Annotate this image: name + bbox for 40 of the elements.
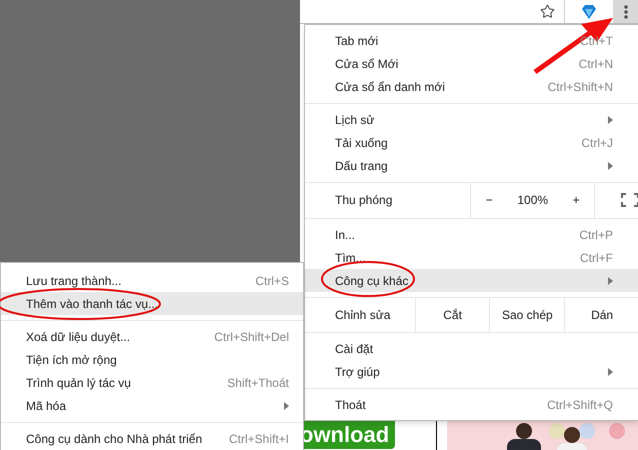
menu-item[interactable]: Cửa sổ Mới Ctrl+N — [305, 52, 638, 75]
menu-item[interactable]: In... Ctrl+P — [305, 223, 638, 246]
edit-label: Chỉnh sửa — [334, 306, 392, 324]
shortcut-label: Ctrl+S — [255, 272, 289, 290]
zoom-label: Thu phóng — [334, 192, 394, 209]
shortcut-label: Ctrl+Shift+Q — [546, 396, 613, 414]
menu-button[interactable] — [613, 0, 638, 23]
shortcut-label: Ctrl+P — [579, 226, 613, 244]
shortcut-label: Ctrl+Shift+N — [548, 78, 613, 96]
shortcut-label: Ctrl+F — [580, 250, 613, 266]
shortcut-label: Ctrl+T — [580, 32, 613, 50]
menu-item[interactable]: Công cụ dành cho Nhà phát triển Ctrl+Shift+I — [1, 427, 303, 450]
shortcut-label: Shift+Thoát — [227, 374, 289, 392]
menu-item[interactable]: Tab mới Ctrl+T — [305, 29, 638, 52]
menu-icon — [624, 4, 628, 18]
menu-item[interactable]: Thêm vào thanh tác vụ... — [1, 292, 303, 315]
menu-item[interactable]: Tìm... Ctrl+F — [305, 246, 638, 269]
menu-item[interactable]: Tiện ích mở rộng — [1, 348, 303, 371]
menu-item[interactable]: Cửa sổ ẩn danh mới Ctrl+Shift+N — [305, 75, 638, 98]
menu-item[interactable]: Cài đặt — [305, 337, 638, 360]
menu-item[interactable]: Xoá dữ liệu duyệt... Ctrl+Shift+Del — [1, 325, 303, 348]
zoom-in-button[interactable]: + — [568, 191, 584, 209]
shortcut-label: Ctrl+J — [581, 134, 613, 152]
menu-item[interactable]: Tải xuống Ctrl+J — [305, 131, 638, 154]
shortcut-label: Ctrl+Shift+I — [228, 430, 289, 448]
menu-item[interactable]: Trình quản lý tác vụ Shift+Thoát — [1, 371, 303, 394]
zoom-level: 100% — [517, 192, 548, 209]
menu-item[interactable]: Trợ giúp — [305, 360, 638, 383]
bookmark-star-icon[interactable] — [540, 4, 555, 19]
menu-item[interactable]: Mã hóa — [1, 394, 303, 417]
shortcut-label: Ctrl+N — [578, 56, 613, 72]
menu-item[interactable]: Lưu trang thành... Ctrl+S — [1, 269, 303, 292]
zoom-out-button[interactable]: − — [482, 191, 497, 209]
fullscreen-icon[interactable] — [621, 193, 638, 207]
menu-item[interactable]: Công cụ khác — [305, 269, 638, 292]
gem-icon[interactable] — [581, 4, 597, 18]
menu-item[interactable]: Dấu trang — [305, 154, 638, 177]
menu-item[interactable]: Lịch sử — [305, 108, 638, 131]
menu-item[interactable]: Thoát Ctrl+Shift+Q — [305, 393, 638, 416]
shortcut-label: Ctrl+Shift+Del — [214, 328, 289, 346]
